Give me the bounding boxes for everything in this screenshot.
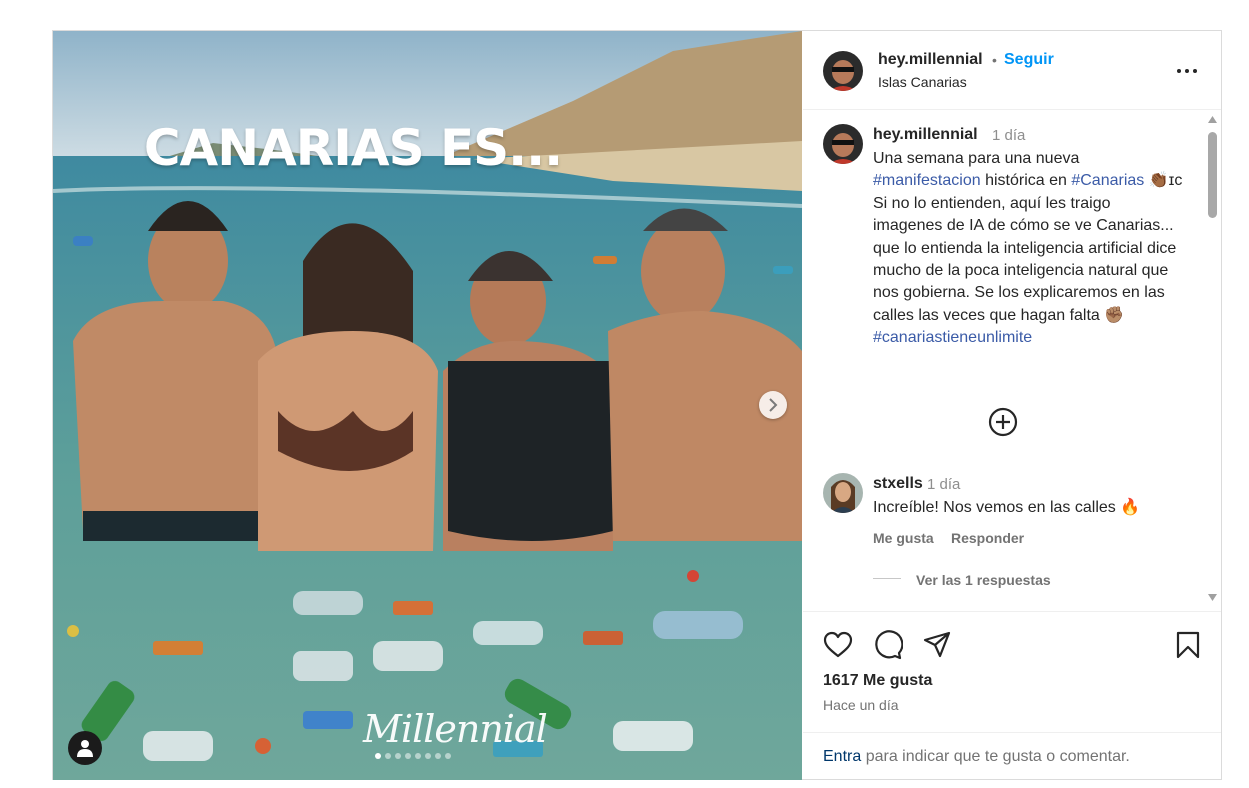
avatar[interactable] [823,473,863,513]
load-more-comments-button[interactable] [987,406,1019,438]
next-slide-button[interactable] [759,391,787,419]
carousel-dot [405,753,411,759]
carousel-dot [395,753,401,759]
profile-picture [823,124,863,164]
save-button[interactable] [1173,630,1203,660]
likes-count[interactable]: 1617 Me gusta [823,672,932,690]
scroll-up-arrow-icon[interactable] [1208,116,1217,123]
plus-circle-icon [988,407,1018,437]
carousel-dot [445,753,451,759]
paper-plane-icon [923,631,951,658]
watermark-logo: Millennial [363,707,548,751]
bookmark-icon [1176,631,1200,659]
login-prompt: Entra para indicar que te gusta o coment… [823,748,1130,766]
user-icon [77,740,93,757]
carousel-dot [425,753,431,759]
scrollbar-thumb[interactable] [1208,132,1217,218]
chevron-right-icon [769,398,778,412]
caption-time[interactable]: 1 día [992,127,1025,144]
post-date: Hace un día [823,697,899,713]
login-prompt-text: para indicar que te gusta o comentar. [861,748,1130,765]
post-header: hey.millennial • Seguir Islas Canarias [803,31,1221,110]
caption-text-part: Una semana para una nueva [873,150,1080,167]
post-image[interactable]: CANARIAS ES... Millennial [53,31,802,780]
heart-icon [823,631,853,658]
comment-button[interactable] [873,630,904,660]
like-button[interactable] [823,630,853,660]
location-link[interactable]: Islas Canarias [878,74,967,90]
profile-picture [823,51,863,91]
carousel-dot [385,753,391,759]
login-link[interactable]: Entra [823,748,861,765]
follow-button[interactable]: Seguir [1004,51,1054,69]
avatar[interactable] [823,51,863,91]
image-overlay-title: CANARIAS ES... [143,119,563,177]
hashtag-link[interactable]: #manifestacion [873,172,981,189]
comment-reply-button[interactable]: Responder [951,530,1024,546]
comment-time[interactable]: 1 día [927,476,960,493]
caption-text-part: 👏🏾ɪᴄ Si no lo entienden, aquí les traigo… [873,172,1183,324]
scroll-down-arrow-icon[interactable] [1208,594,1217,601]
comment-text: Increíble! Nos vemos en las calles 🔥 [873,499,1141,516]
carousel-indicator [375,753,451,759]
more-horizontal-icon [1177,69,1197,73]
hashtag-link[interactable]: #Canarias [1071,172,1144,189]
header-username[interactable]: hey.millennial [878,51,983,69]
caption-username[interactable]: hey.millennial [873,126,978,144]
comments-scrollbar[interactable] [1203,110,1221,610]
comment-bubble-icon [875,630,904,660]
carousel-dot [415,753,421,759]
comment-username[interactable]: stxells [873,475,923,493]
profile-picture [823,473,863,513]
divider [873,578,901,579]
share-button[interactable] [922,630,952,660]
more-options-button[interactable] [1176,60,1198,82]
header-separator: • [992,52,997,68]
carousel-dot [435,753,441,759]
tagged-users-button[interactable] [68,731,102,765]
post-actions: 1617 Me gusta Hace un día Entra para ind… [803,611,1221,780]
hashtag-link[interactable]: #canariastieneunlimite [873,329,1032,346]
comment-like-button[interactable]: Me gusta [873,530,934,546]
carousel-dot [375,753,381,759]
caption-text-part: histórica en [980,172,1072,190]
divider [803,732,1221,733]
caption-text: Una semana para una nueva #manifestacion… [873,148,1183,350]
view-replies-button[interactable]: Ver las 1 respuestas [916,572,1051,588]
avatar[interactable] [823,124,863,164]
comments-section: hey.millennial 1 día Una semana para una… [803,110,1221,610]
